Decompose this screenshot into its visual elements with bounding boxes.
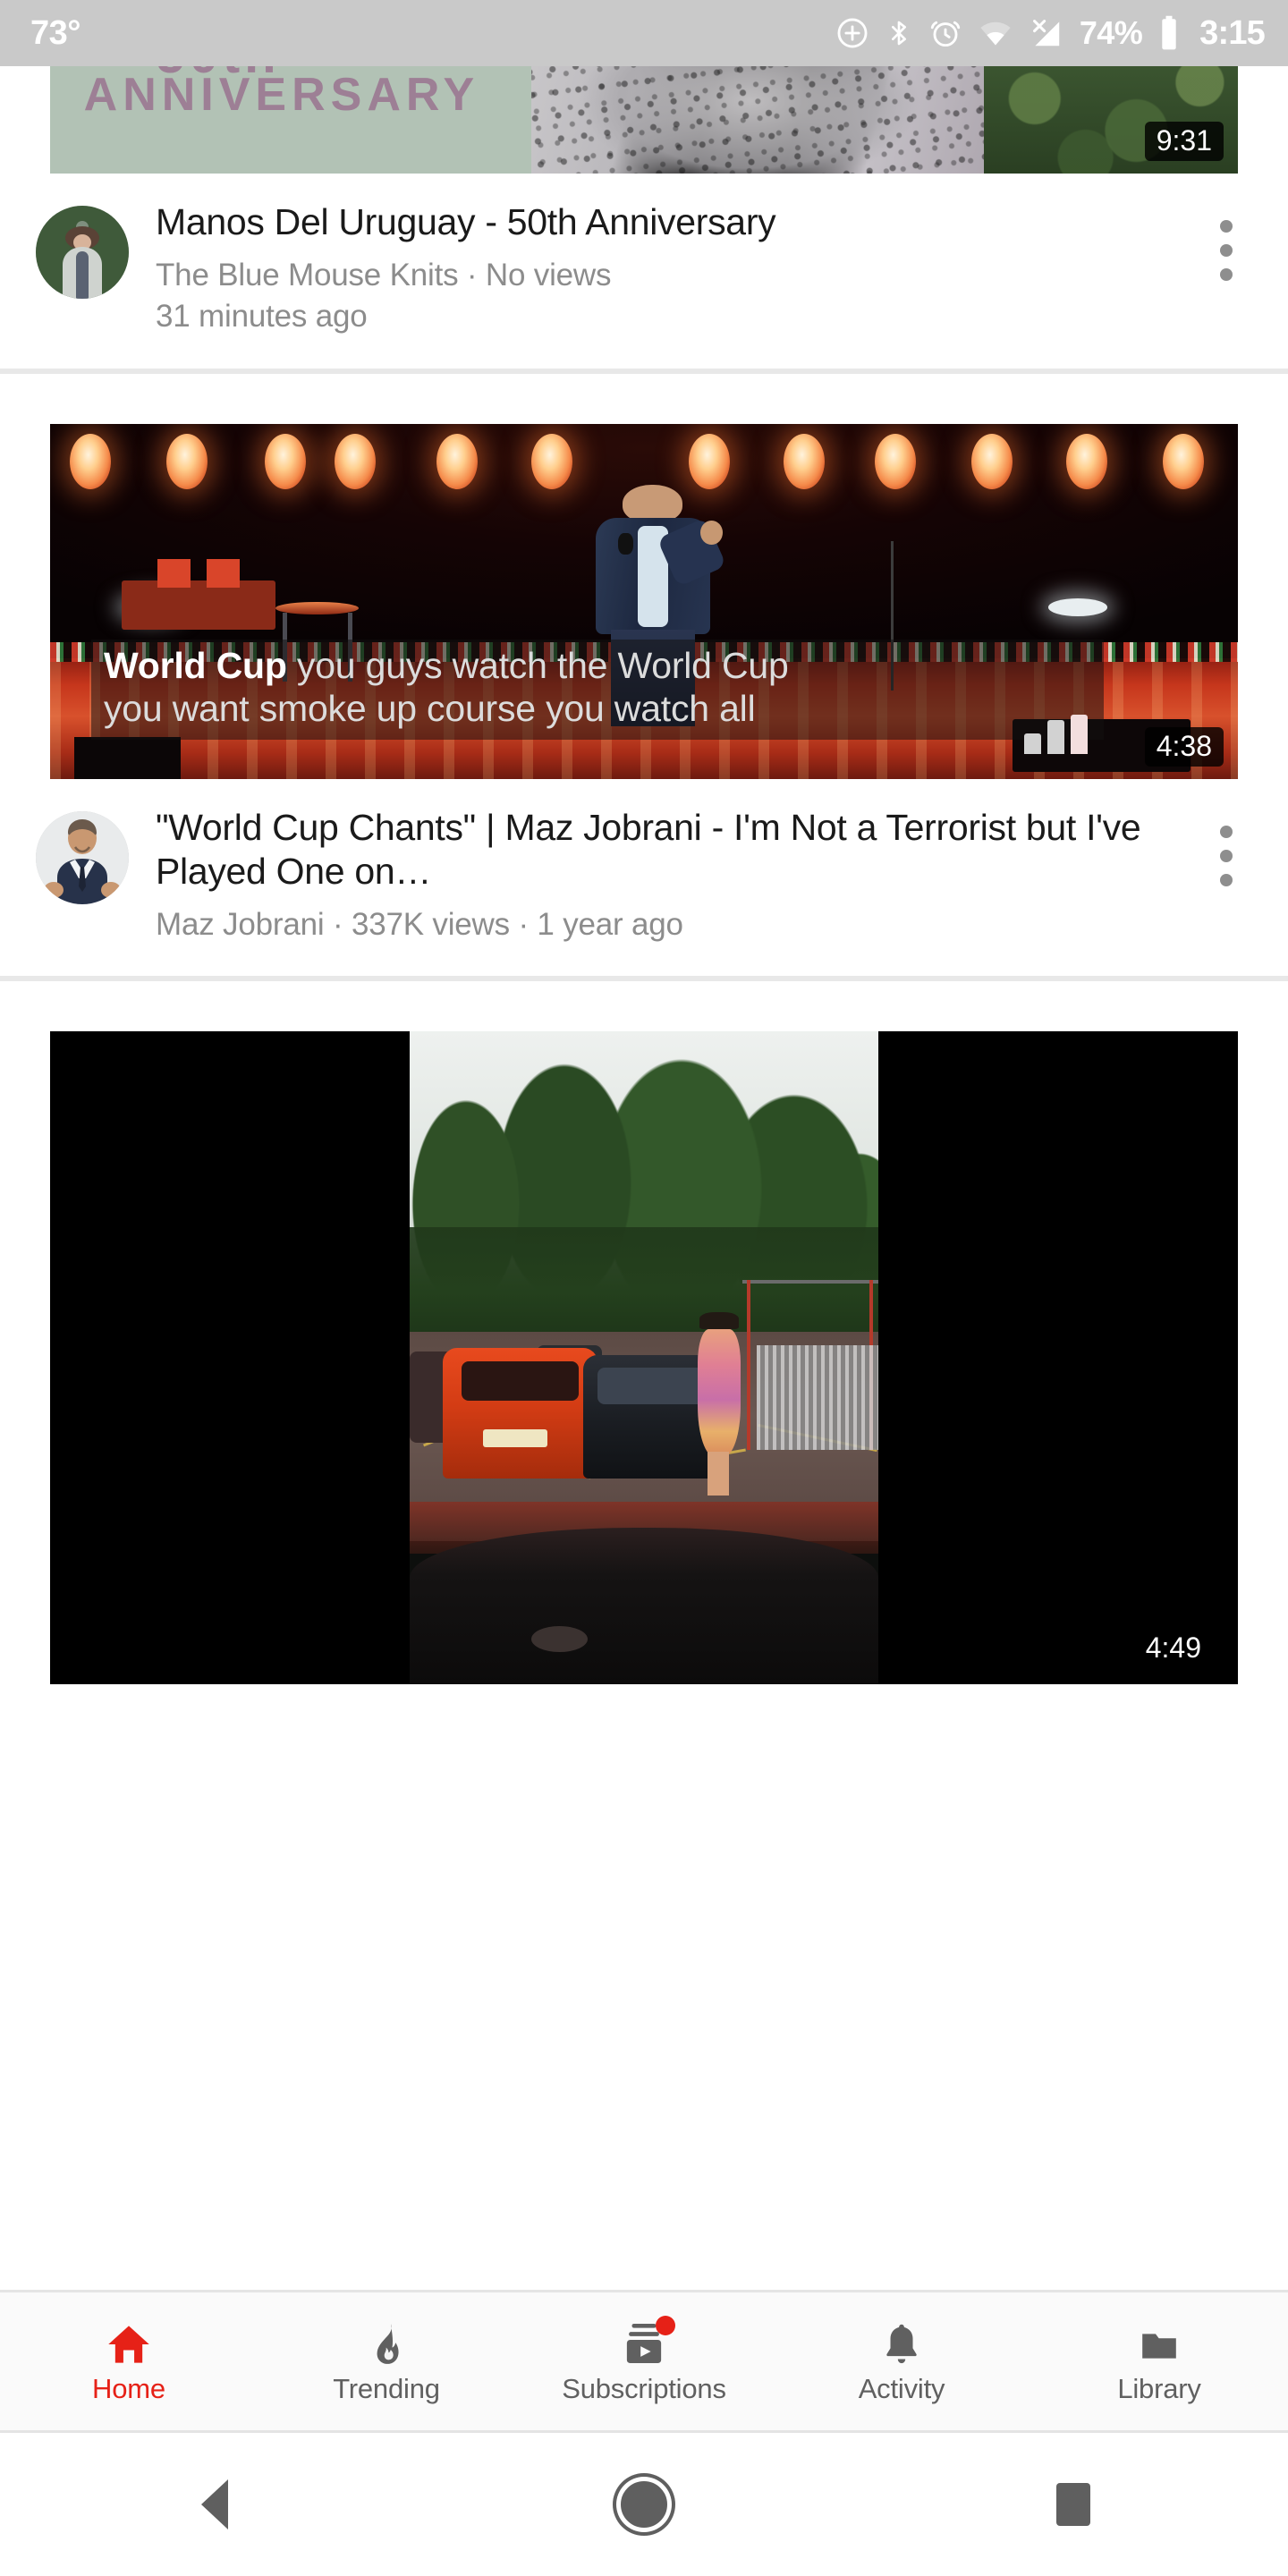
folder-icon	[1135, 2318, 1183, 2368]
bottom-nav-subscriptions-label: Subscriptions	[562, 2373, 726, 2404]
more-vert-icon[interactable]	[1195, 813, 1258, 899]
home-icon	[104, 2318, 154, 2368]
android-system-nav[interactable]	[0, 2433, 1288, 2576]
android-status-bar: 73° 74% 3:15	[0, 0, 1288, 66]
video-meta-row[interactable]: Manos Del Uruguay - 50th Anniversary The…	[0, 174, 1288, 369]
portrait-video-content	[410, 1031, 878, 1685]
back-triangle-icon[interactable]	[143, 2433, 286, 2576]
thumbnail-title: ANNIVERSARY	[83, 69, 480, 121]
bottom-nav-home[interactable]: Home	[0, 2292, 258, 2430]
caption-line-2: you want smoke up course you watch all	[104, 688, 756, 730]
alarm-clock-icon	[928, 16, 962, 50]
video-subtitle: The Blue Mouse Knits · No views	[156, 257, 612, 292]
caption-highlight: World Cup	[104, 645, 287, 687]
thumbnail-art-right	[530, 66, 1238, 174]
video-duration-badge: 9:31	[1144, 122, 1224, 161]
video-caption-overlay: World Cup you guys watch the World Cup y…	[91, 640, 1104, 741]
video-duration-badge: 4:49	[1145, 1631, 1201, 1665]
video-meta-text: "World Cup Chants" | Maz Jobrani - I'm N…	[129, 806, 1195, 944]
home-circle-icon[interactable]	[572, 2433, 716, 2576]
video-title[interactable]: Manos Del Uruguay - 50th Anniversary	[156, 200, 1186, 244]
caption-rest: you guys watch the World Cup	[296, 645, 789, 687]
video-thumbnail[interactable]: 4:49	[50, 1031, 1238, 1685]
status-bar-icons: 74% 3:15	[835, 13, 1266, 53]
flame-icon	[364, 2318, 409, 2368]
bottom-nav-trending[interactable]: Trending	[258, 2292, 515, 2430]
youtube-mobile-app: 73° 74% 3:15 ANNIVERSARY 9:31 Manos Del …	[0, 0, 1288, 2576]
video-card[interactable]: 50th ANNIVERSARY 9:31	[0, 66, 1288, 369]
thumbnail-art-left: 50th ANNIVERSARY	[50, 66, 531, 174]
video-duration-badge: 4:38	[1144, 727, 1224, 767]
bottom-nav-library[interactable]: Library	[1030, 2292, 1288, 2430]
channel-avatar[interactable]	[36, 206, 129, 299]
subscriptions-badge	[656, 2316, 675, 2335]
no-signal-icon	[1029, 16, 1064, 50]
caption-line-1: World Cup you guys watch the World Cup	[104, 645, 1091, 688]
channel-avatar[interactable]	[36, 811, 129, 905]
status-bar-clock: 3:15	[1199, 13, 1266, 52]
video-title[interactable]: "World Cup Chants" | Maz Jobrani - I'm N…	[156, 806, 1186, 894]
bottom-nav-subscriptions[interactable]: Subscriptions	[515, 2292, 773, 2430]
bottom-navigation-bar[interactable]: Home Trending Subscriptions Activity Lib…	[0, 2290, 1288, 2433]
video-card[interactable]: World Cup you guys watch the World Cup y…	[0, 424, 1288, 977]
video-subtitle: Maz Jobrani · 337K views · 1 year ago	[156, 906, 683, 942]
video-thumbnail[interactable]: World Cup you guys watch the World Cup y…	[50, 424, 1238, 780]
battery-icon	[1157, 14, 1181, 52]
bell-icon	[879, 2318, 924, 2368]
subscriptions-icon	[620, 2316, 675, 2368]
equalizer-icon	[1024, 715, 1088, 755]
bottom-nav-trending-label: Trending	[333, 2373, 440, 2404]
video-meta-text: Manos Del Uruguay - 50th Anniversary The…	[129, 200, 1195, 336]
video-card[interactable]: 4:49	[0, 1031, 1288, 1685]
bottom-nav-library-label: Library	[1117, 2373, 1201, 2404]
pedestrian-figure	[696, 1312, 742, 1496]
video-timestamp: 31 minutes ago	[156, 299, 368, 335]
battery-percent-label: 74%	[1079, 14, 1143, 51]
add-circle-icon	[835, 16, 869, 50]
bottom-nav-home-label: Home	[92, 2373, 165, 2404]
video-meta-row[interactable]: "World Cup Chants" | Maz Jobrani - I'm N…	[0, 779, 1288, 976]
video-feed[interactable]: 50th ANNIVERSARY 9:31	[0, 66, 1288, 2289]
recents-square-icon[interactable]	[1002, 2433, 1145, 2576]
video-thumbnail[interactable]: 50th ANNIVERSARY 9:31	[50, 66, 1238, 174]
wifi-icon	[978, 16, 1013, 50]
bottom-nav-activity[interactable]: Activity	[773, 2292, 1030, 2430]
more-vert-icon[interactable]	[1195, 208, 1258, 293]
weather-temperature: 73°	[30, 14, 80, 52]
card-separator	[0, 369, 1288, 375]
card-separator	[0, 976, 1288, 982]
bottom-nav-activity-label: Activity	[858, 2373, 945, 2404]
bluetooth-icon	[885, 15, 913, 51]
